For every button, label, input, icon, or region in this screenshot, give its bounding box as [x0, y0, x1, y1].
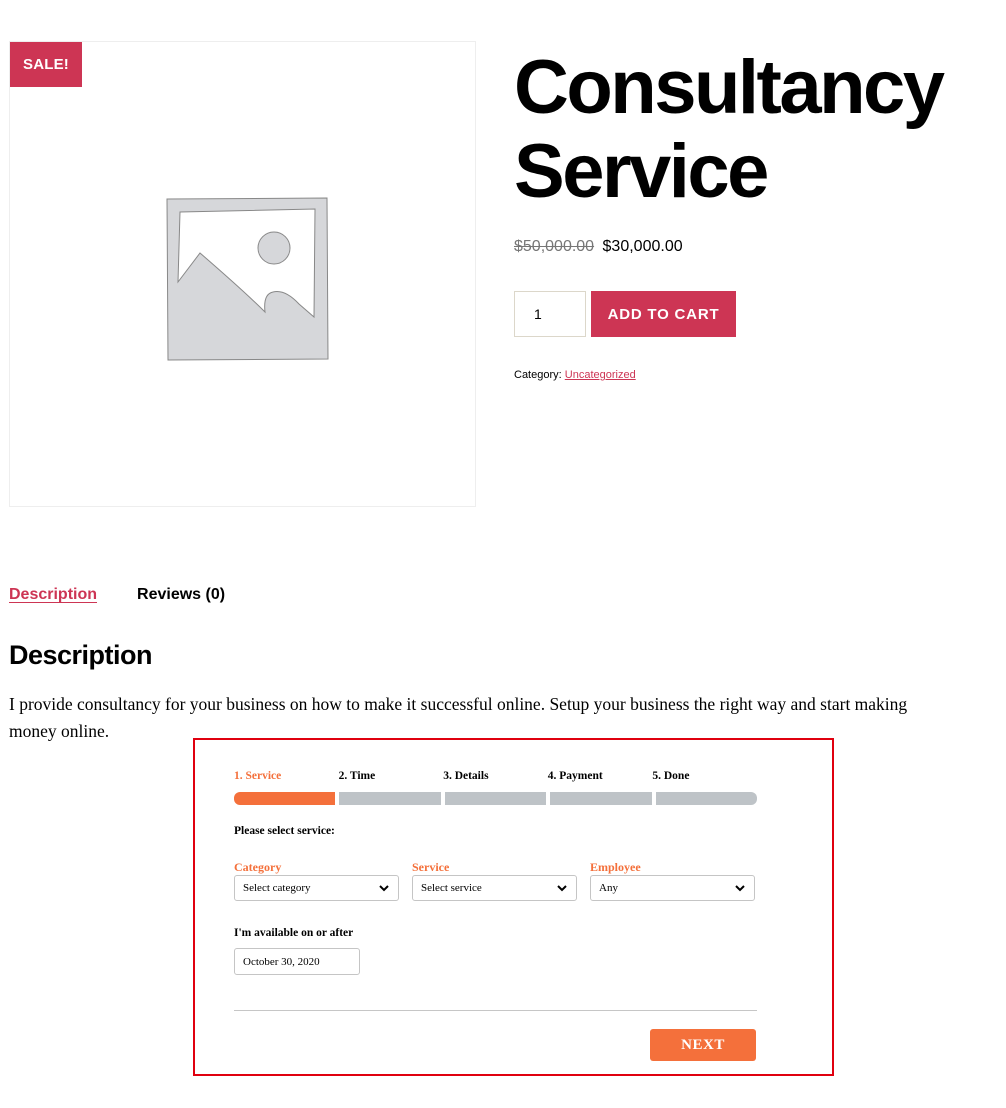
add-to-cart-button[interactable]: ADD TO CART [591, 291, 736, 337]
progress-bar [234, 792, 758, 805]
booking-steps: 1. Service 2. Time 3. Details 4. Payment… [234, 770, 758, 805]
add-to-cart-form: ADD TO CART [514, 291, 736, 337]
chevron-down-icon [735, 885, 745, 892]
category-field: Category Select category [234, 860, 399, 901]
divider [234, 1010, 757, 1011]
progress-segment-4 [550, 792, 652, 805]
progress-segment-2 [339, 792, 441, 805]
available-label: I'm available on or after [234, 927, 354, 939]
service-select[interactable]: Select service [412, 875, 577, 901]
product-meta: Category: Uncategorized [514, 369, 636, 381]
select-service-title: Please select service: [234, 825, 335, 837]
category-label: Category [234, 860, 282, 874]
product-gallery: SALE! [9, 41, 476, 507]
product-title-line2: Service [514, 129, 769, 214]
progress-segment-3 [444, 792, 547, 805]
image-placeholder-icon [166, 197, 329, 361]
category-select-value: Select category [243, 882, 311, 894]
service-label: Service [412, 860, 450, 874]
sale-badge: SALE! [10, 42, 82, 87]
tab-reviews[interactable]: Reviews (0) [137, 586, 225, 606]
sale-price: $30,000.00 [602, 238, 683, 255]
old-price: $50,000.00 [514, 238, 595, 255]
chevron-down-icon [379, 885, 389, 892]
employee-select-value: Any [599, 882, 618, 894]
employee-select[interactable]: Any [590, 875, 755, 901]
step-details: 3. Details [443, 770, 489, 782]
step-service: 1. Service [234, 770, 282, 782]
step-done: 5. Done [652, 770, 690, 782]
step-time: 2. Time [338, 770, 376, 782]
price: $50,000.00 $30,000.00 [514, 238, 683, 256]
step-payment: 4. Payment [547, 770, 603, 782]
progress-segment-5 [655, 792, 758, 805]
description-heading: Description [9, 640, 153, 670]
category-select[interactable]: Select category [234, 875, 399, 901]
chevron-down-icon [557, 885, 567, 892]
product-title: Consultancy Service [514, 45, 945, 214]
employee-label: Employee [590, 860, 641, 874]
product-tabs: Description Reviews (0) [9, 586, 265, 606]
step-labels: 1. Service 2. Time 3. Details 4. Payment… [234, 770, 757, 786]
quantity-input[interactable] [514, 291, 586, 337]
service-select-value: Select service [421, 882, 482, 894]
booking-widget: 1. Service 2. Time 3. Details 4. Payment… [193, 738, 834, 1076]
employee-field: Employee Any [590, 860, 755, 901]
category-label: Category: [514, 369, 562, 381]
date-input[interactable]: October 30, 2020 [234, 948, 360, 975]
next-button[interactable]: NEXT [650, 1029, 756, 1061]
product-title-line1: Consultancy [514, 45, 945, 130]
description-text: I provide consultancy for your business … [9, 694, 908, 741]
service-field: Service Select service [412, 860, 577, 901]
category-link[interactable]: Uncategorized [565, 369, 636, 381]
progress-segment-1 [234, 792, 336, 805]
tab-description[interactable]: Description [9, 586, 97, 606]
